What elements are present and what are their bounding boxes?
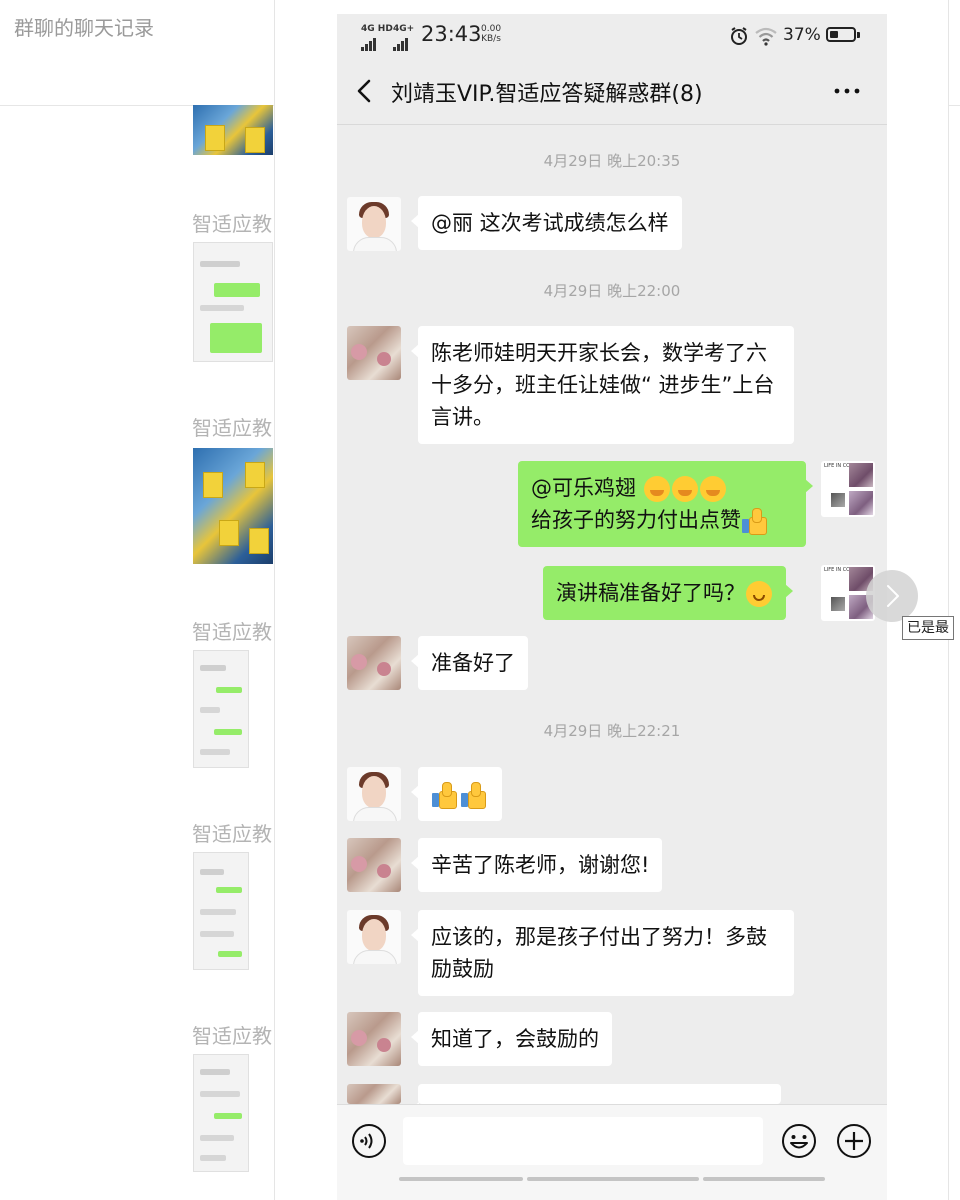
avatar[interactable]	[347, 838, 401, 892]
thumbs-up-icon	[431, 781, 457, 809]
message-text: 给孩子的努力付出点赞	[531, 508, 741, 532]
avatar[interactable]	[347, 197, 401, 251]
avatar[interactable]	[347, 1084, 401, 1104]
voice-icon[interactable]	[351, 1123, 387, 1159]
thumbs-up-icon	[741, 507, 767, 535]
history-sender-name: 智适应教	[192, 822, 272, 846]
message-list[interactable]: 4月29日 晚上20:35 @丽 这次考试成绩怎么样 4月29日 晚上22:00…	[337, 124, 887, 1116]
hug-emoji-icon	[671, 476, 698, 502]
battery-percent: 37%	[783, 25, 821, 45]
history-thumbnail[interactable]	[193, 650, 249, 768]
chat-navbar: 刘靖玉VIP.智适应答疑解惑群(8)	[337, 58, 887, 125]
avatar[interactable]	[347, 326, 401, 380]
hug-emoji-icon	[699, 476, 726, 502]
emoji-icon[interactable]	[781, 1123, 817, 1159]
history-sender-name: 智适应教	[192, 212, 272, 236]
smile-emoji-icon	[746, 581, 772, 607]
history-sender-name: 智适应教	[192, 416, 272, 440]
history-thumbnail[interactable]	[193, 242, 273, 362]
hug-emoji-icon	[643, 476, 670, 502]
message-bubble[interactable]: 演讲稿准备好了吗？	[543, 566, 793, 620]
nav-indicator	[527, 1177, 699, 1181]
message-text: 演讲稿准备好了吗？	[556, 581, 745, 605]
chat-input-bar	[337, 1104, 887, 1200]
battery-tip	[857, 32, 860, 38]
message-bubble[interactable]: 准备好了	[411, 636, 528, 690]
page-title: 群聊的聊天记录	[14, 16, 154, 40]
message-bubble[interactable]: @可乐鸡翅 给孩子的努力付出点赞	[518, 461, 813, 547]
history-thumbnail[interactable]	[193, 1054, 249, 1172]
history-thumbnail[interactable]	[193, 105, 273, 155]
history-sender-name: 智适应教	[192, 620, 272, 644]
timestamp: 4月29日 晚上20:35	[543, 152, 681, 170]
network-speed: 0.00 KB/s	[481, 24, 501, 44]
message-bubble[interactable]: 应该的，那是孩子付出了努力！多鼓励鼓励	[411, 910, 794, 996]
message-bubble[interactable]: 辛苦了陈老师，谢谢您!	[410, 838, 663, 892]
status-clock: 23:43	[421, 22, 482, 46]
history-thumbnail[interactable]	[193, 448, 273, 564]
avatar[interactable]	[347, 636, 401, 690]
avatar[interactable]	[347, 1012, 401, 1066]
status-bar: 4G HD 4G+ 23:43 0.00 KB/s 37%	[337, 14, 887, 58]
plus-icon[interactable]	[836, 1123, 872, 1159]
alarm-icon	[731, 27, 747, 45]
timestamp: 4月29日 晚上22:21	[543, 722, 681, 740]
my-avatar[interactable]: LIFE IN COLOR	[821, 461, 875, 517]
more-dots-icon[interactable]	[829, 74, 865, 108]
wifi-icon	[755, 27, 777, 46]
signal-icon	[361, 32, 377, 51]
nav-indicator	[703, 1177, 825, 1181]
thumbs-up-icon	[460, 781, 486, 809]
message-bubble[interactable]: 知道了，会鼓励的	[411, 1012, 612, 1066]
next-arrow-icon[interactable]	[866, 570, 918, 622]
chat-title: 刘靖玉VIP.智适应答疑解惑群(8)	[391, 82, 703, 107]
network-speed-unit: KB/s	[481, 34, 501, 44]
message-bubble[interactable]	[411, 767, 502, 821]
nav-indicator	[399, 1177, 523, 1181]
message-text: @可乐鸡翅	[531, 476, 643, 500]
timestamp: 4月29日 晚上22:00	[543, 282, 681, 300]
history-thumbnail[interactable]	[193, 852, 249, 970]
avatar[interactable]	[347, 767, 401, 821]
signal-icon	[393, 32, 409, 51]
back-arrow-icon[interactable]	[351, 74, 379, 108]
phone-screenshot: 4G HD 4G+ 23:43 0.00 KB/s 37% 刘靖玉VIP.智适应…	[337, 14, 887, 1200]
battery-icon	[826, 27, 856, 42]
message-input[interactable]	[403, 1117, 763, 1165]
avatar[interactable]	[347, 910, 401, 964]
tooltip: 已是最	[902, 616, 954, 640]
message-bubble[interactable]: @丽 这次考试成绩怎么样	[411, 196, 682, 250]
message-bubble[interactable]	[411, 1084, 781, 1116]
history-sender-name: 智适应教	[192, 1024, 272, 1048]
network-speed-value: 0.00	[481, 24, 502, 34]
message-bubble[interactable]: 陈老师娃明天开家长会，数学考了六十多分，班主任让娃做“ 进步生”上台言讲。	[411, 326, 794, 444]
